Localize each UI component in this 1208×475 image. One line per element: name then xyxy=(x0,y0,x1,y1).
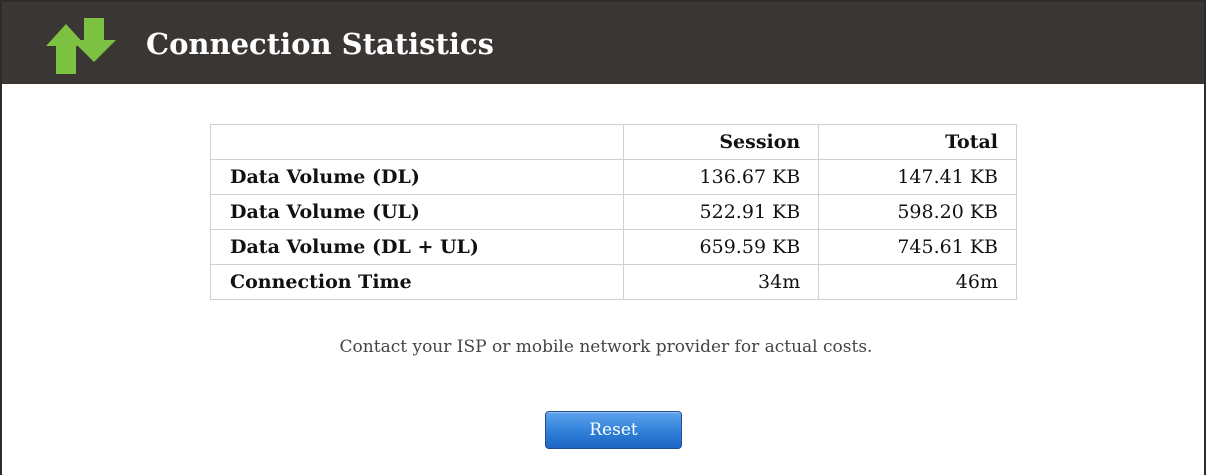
table-row: Connection Time 34m 46m xyxy=(209,264,1017,300)
row-label: Data Volume (DL + UL) xyxy=(209,229,625,265)
session-value: 659.59 KB xyxy=(623,229,820,265)
connection-statistics-panel: Connection Statistics Session Total Data… xyxy=(0,0,1206,475)
table-header-row: Session Total xyxy=(209,124,1017,160)
session-value: 34m xyxy=(623,264,820,300)
column-header-blank xyxy=(209,124,625,160)
total-value: 147.41 KB xyxy=(818,159,1017,195)
session-value: 522.91 KB xyxy=(623,194,820,230)
stats-table: Session Total Data Volume (DL) 136.67 KB… xyxy=(209,124,1017,300)
cost-note: Contact your ISP or mobile network provi… xyxy=(339,337,873,357)
column-header-session: Session xyxy=(623,124,820,160)
page-title: Connection Statistics xyxy=(146,27,494,61)
row-label: Data Volume (DL) xyxy=(209,159,625,195)
table-row: Data Volume (DL) 136.67 KB 147.41 KB xyxy=(209,159,1017,195)
panel-header: Connection Statistics xyxy=(2,2,1204,84)
total-value: 46m xyxy=(818,264,1017,300)
column-header-total: Total xyxy=(818,124,1017,160)
total-value: 745.61 KB xyxy=(818,229,1017,265)
total-value: 598.20 KB xyxy=(818,194,1017,230)
session-value: 136.67 KB xyxy=(623,159,820,195)
row-label: Connection Time xyxy=(209,264,625,300)
reset-button[interactable]: Reset xyxy=(545,411,682,449)
row-label: Data Volume (UL) xyxy=(209,194,625,230)
table-row: Data Volume (UL) 522.91 KB 598.20 KB xyxy=(209,194,1017,230)
table-row: Data Volume (DL + UL) 659.59 KB 745.61 K… xyxy=(209,229,1017,265)
up-down-arrows-icon xyxy=(46,18,116,74)
